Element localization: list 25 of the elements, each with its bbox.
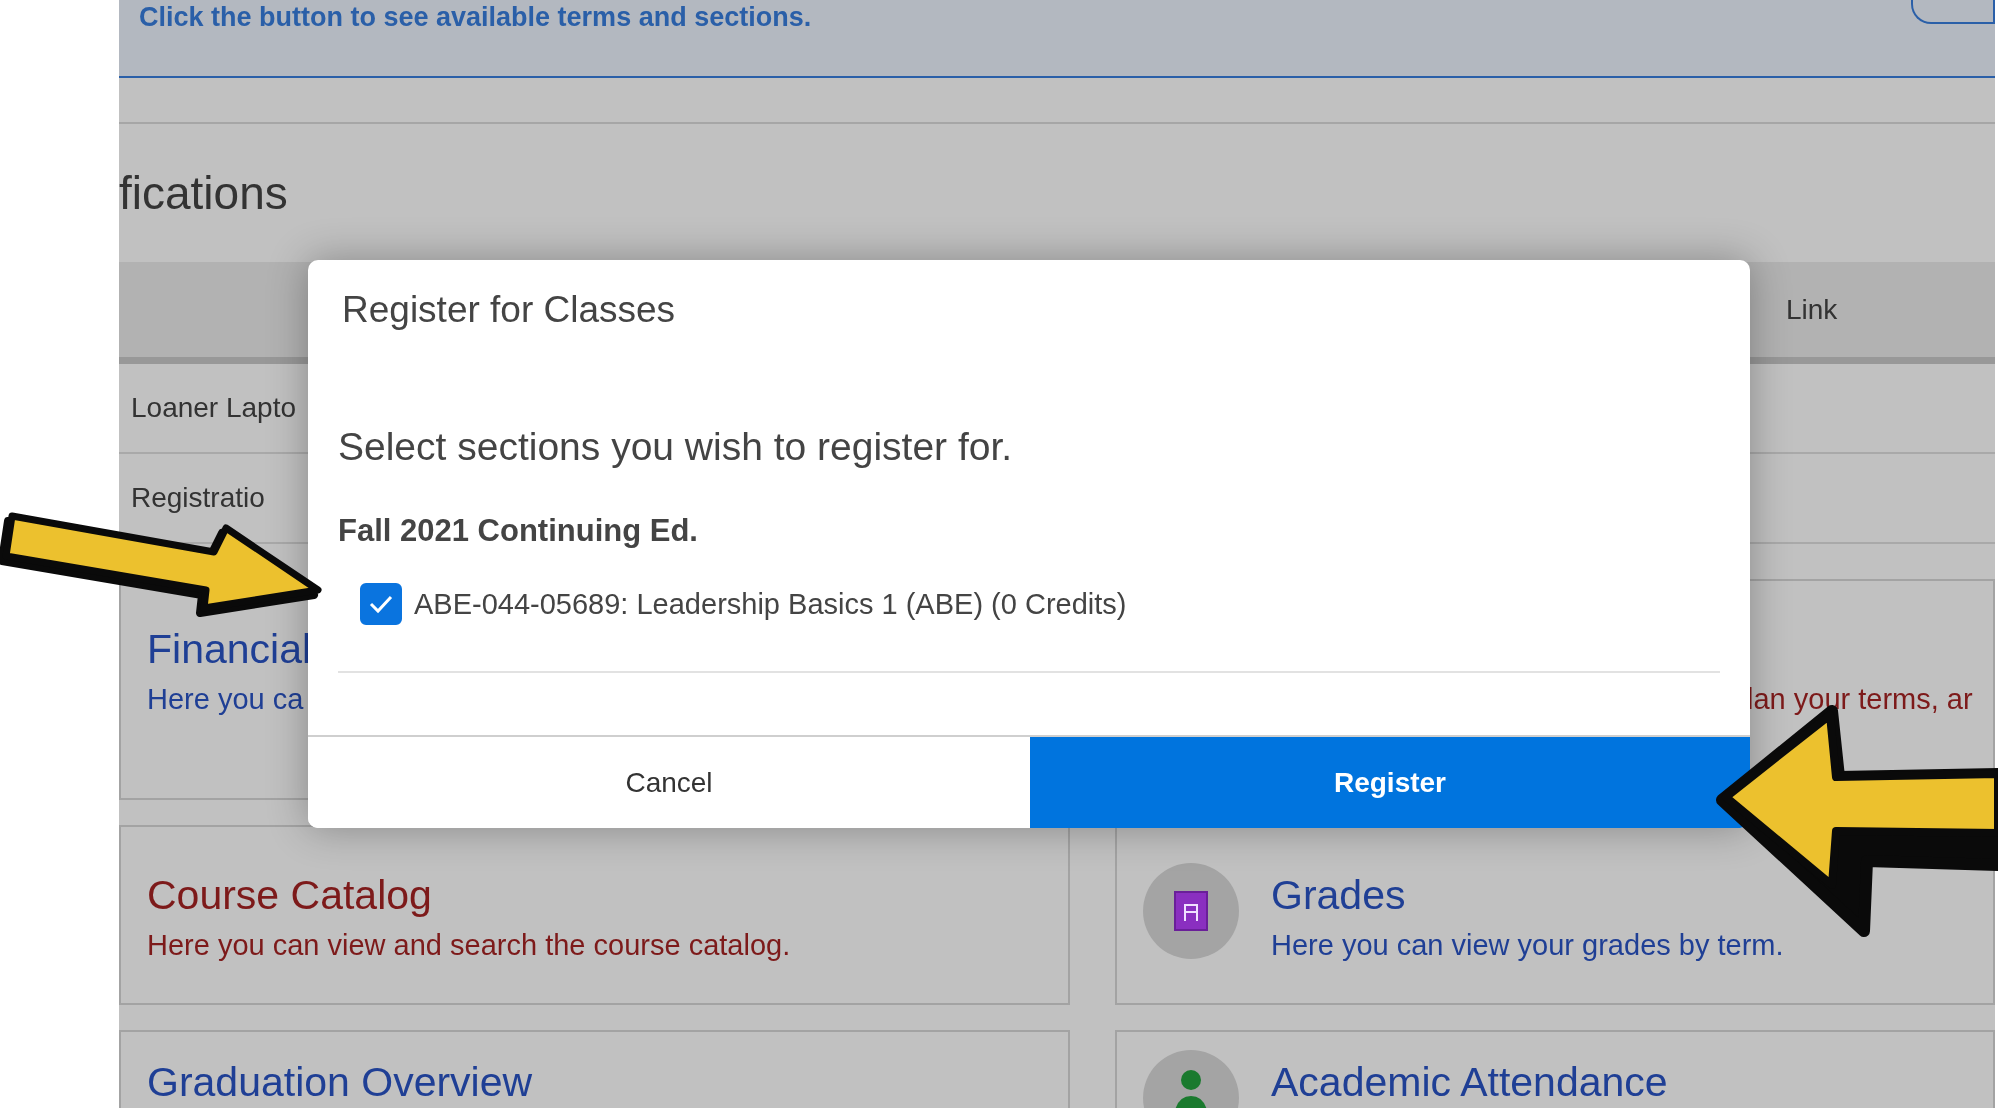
card-description: Here you can view your grades by term. [1271, 928, 1784, 963]
link-card[interactable]: Academic Attendance [1115, 1030, 1995, 1108]
card-description: Here you can view and search the course catalog. [147, 928, 791, 963]
card-title[interactable]: Course Catalog [147, 871, 791, 919]
dialog-prompt: Select sections you wish to register for. [338, 424, 1014, 470]
link-card[interactable]: Course Catalog Here you can view and search the course catalog. [119, 825, 1070, 1005]
cancel-button[interactable]: Cancel [308, 737, 1030, 828]
checkmark-icon [368, 594, 394, 614]
link-card[interactable]: Grades Here you can view your grades by term. [1115, 825, 1995, 1005]
column-header: Link [1786, 293, 1838, 326]
register-button[interactable]: Register [1030, 737, 1750, 828]
dialog-title: Register for Classes [341, 288, 677, 332]
section-checkbox[interactable] [360, 583, 402, 625]
card-title[interactable]: Grades [1271, 871, 1784, 919]
banner-text: Click the button to see available terms and sections. [139, 2, 812, 33]
card-title[interactable]: Academic Attendance [1271, 1058, 1668, 1106]
section-heading: fications [119, 166, 288, 220]
table-cell: Loaner Lapto [131, 392, 297, 424]
section-label[interactable]: ABE-044-05689: Leadership Basics 1 (ABE) (0 Credits) [414, 587, 1127, 621]
card-description: Here you ca [147, 682, 305, 717]
outline-button[interactable] [1911, 0, 1995, 24]
table-cell: Registratio [131, 482, 265, 514]
link-card[interactable]: Graduation Overview [119, 1030, 1070, 1108]
card-title[interactable]: Graduation Overview [147, 1058, 533, 1106]
term-heading: Fall 2021 Continuing Ed. [338, 512, 699, 550]
